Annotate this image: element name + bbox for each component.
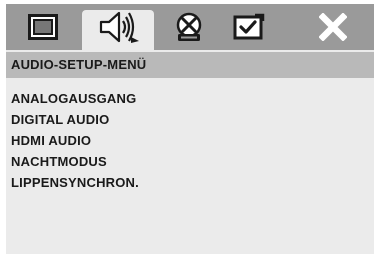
close-icon xyxy=(319,13,347,41)
menu-item-night-mode[interactable]: NACHTMODUS xyxy=(11,151,139,172)
menu-item-analog-output[interactable]: ANALOGAUSGANG xyxy=(11,88,139,109)
preference-check-icon xyxy=(233,13,265,41)
monitor-icon xyxy=(28,14,58,40)
tab-general-setup[interactable] xyxy=(12,4,74,50)
dolby-icon xyxy=(172,12,206,42)
tab-preference-setup[interactable] xyxy=(218,4,280,50)
menu-item-lip-sync[interactable]: LIPPENSYNCHRON. xyxy=(11,172,139,193)
tab-exit[interactable] xyxy=(302,4,364,50)
menu-item-hdmi-audio[interactable]: HDMI AUDIO xyxy=(11,130,139,151)
setup-tab-bar xyxy=(6,4,374,50)
tab-dolby-setup[interactable] xyxy=(158,4,220,50)
tab-audio-setup[interactable] xyxy=(87,4,149,50)
audio-setup-screen: AUDIO-SETUP-MENÜ ANALOGAUSGANG DIGITAL A… xyxy=(6,4,374,254)
speaker-icon xyxy=(95,10,141,44)
menu-title: AUDIO-SETUP-MENÜ xyxy=(6,52,374,78)
audio-setup-options-list: ANALOGAUSGANG DIGITAL AUDIO HDMI AUDIO N… xyxy=(11,88,139,193)
menu-item-digital-audio[interactable]: DIGITAL AUDIO xyxy=(11,109,139,130)
